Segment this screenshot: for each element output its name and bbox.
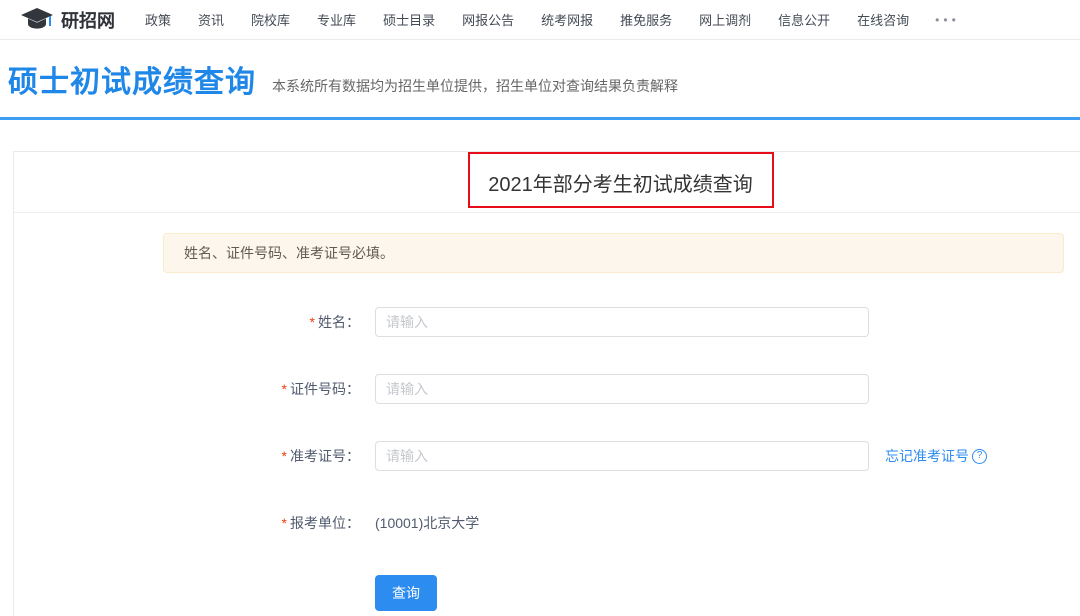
form-row-admission-ticket: *准考证号： 忘记准考证号 ? — [14, 441, 1080, 471]
query-card: 2021年部分考生初试成绩查询 姓名、证件号码、准考证号必填。 *姓名： *证件… — [13, 151, 1080, 616]
form-row-target-university: *报考单位： (10001)北京大学 — [14, 508, 1080, 538]
nav-item-news[interactable]: 资讯 — [198, 10, 224, 29]
nav-menu: 政策 资讯 院校库 专业库 硕士目录 网报公告 统考网报 推免服务 网上调剂 信… — [145, 10, 909, 29]
page-header: 硕士初试成绩查询 本系统所有数据均为招生单位提供，招生单位对查询结果负责解释 — [0, 40, 1080, 117]
name-label-text: 姓名： — [318, 314, 360, 330]
nav-item-college-library[interactable]: 院校库 — [251, 10, 290, 29]
query-submit-button[interactable]: 查询 — [375, 575, 437, 611]
id-number-input[interactable] — [375, 374, 869, 404]
nav-item-online-adjustment[interactable]: 网上调剂 — [699, 10, 751, 29]
admission-ticket-label-text: 准考证号： — [290, 448, 360, 464]
required-fields-notice: 姓名、证件号码、准考证号必填。 — [163, 233, 1064, 273]
page-title: 硕士初试成绩查询 — [8, 57, 256, 101]
query-card-header: 2021年部分考生初试成绩查询 — [14, 152, 1080, 213]
name-input[interactable] — [375, 307, 869, 337]
id-number-label: *证件号码： — [14, 379, 360, 399]
required-asterisk: * — [282, 381, 287, 397]
page-subtitle: 本系统所有数据均为招生单位提供，招生单位对查询结果负责解释 — [272, 76, 678, 96]
target-university-label: *报考单位： — [14, 513, 360, 533]
target-university-label-text: 报考单位： — [290, 515, 360, 531]
graduation-cap-icon — [20, 7, 54, 33]
target-university-value: (10001)北京大学 — [375, 513, 479, 533]
required-asterisk: * — [282, 448, 287, 464]
form-row-id-number: *证件号码： — [14, 374, 1080, 404]
forgot-link-text: 忘记准考证号 — [885, 446, 969, 466]
query-card-body: 姓名、证件号码、准考证号必填。 *姓名： *证件号码： *准考 — [14, 233, 1080, 611]
form-row-name: *姓名： — [14, 307, 1080, 337]
nav-item-master-catalog[interactable]: 硕士目录 — [383, 10, 435, 29]
nav-item-policy[interactable]: 政策 — [145, 10, 171, 29]
admission-ticket-label: *准考证号： — [14, 446, 360, 466]
required-asterisk: * — [282, 515, 287, 531]
more-menu-icon[interactable]: ••• — [935, 13, 960, 27]
site-logo[interactable]: 研招网 — [20, 7, 115, 33]
site-logo-text: 研招网 — [61, 7, 115, 33]
submit-row: 查询 — [14, 575, 1080, 611]
name-label: *姓名： — [14, 312, 360, 332]
required-asterisk: * — [310, 314, 315, 330]
nav-item-major-library[interactable]: 专业库 — [317, 10, 356, 29]
nav-item-info-disclosure[interactable]: 信息公开 — [778, 10, 830, 29]
nav-item-online-report-notice[interactable]: 网报公告 — [462, 10, 514, 29]
page: 研招网 政策 资讯 院校库 专业库 硕士目录 网报公告 统考网报 推免服务 网上… — [0, 0, 1080, 616]
id-number-label-text: 证件号码： — [290, 381, 360, 397]
query-form: *姓名： *证件号码： *准考证号： 忘记准考证号 — [14, 307, 1080, 611]
forgot-admission-ticket-link[interactable]: 忘记准考证号 ? — [885, 446, 987, 466]
nav-item-online-consult[interactable]: 在线咨询 — [857, 10, 909, 29]
nav-item-exempt-service[interactable]: 推免服务 — [620, 10, 672, 29]
nav-item-unified-exam-report[interactable]: 统考网报 — [541, 10, 593, 29]
blue-divider — [0, 117, 1080, 120]
query-card-title: 2021年部分考生初试成绩查询 — [488, 168, 753, 197]
top-navigation: 研招网 政策 资讯 院校库 专业库 硕士目录 网报公告 统考网报 推免服务 网上… — [0, 0, 1080, 40]
question-circle-icon: ? — [972, 449, 987, 464]
admission-ticket-input[interactable] — [375, 441, 869, 471]
